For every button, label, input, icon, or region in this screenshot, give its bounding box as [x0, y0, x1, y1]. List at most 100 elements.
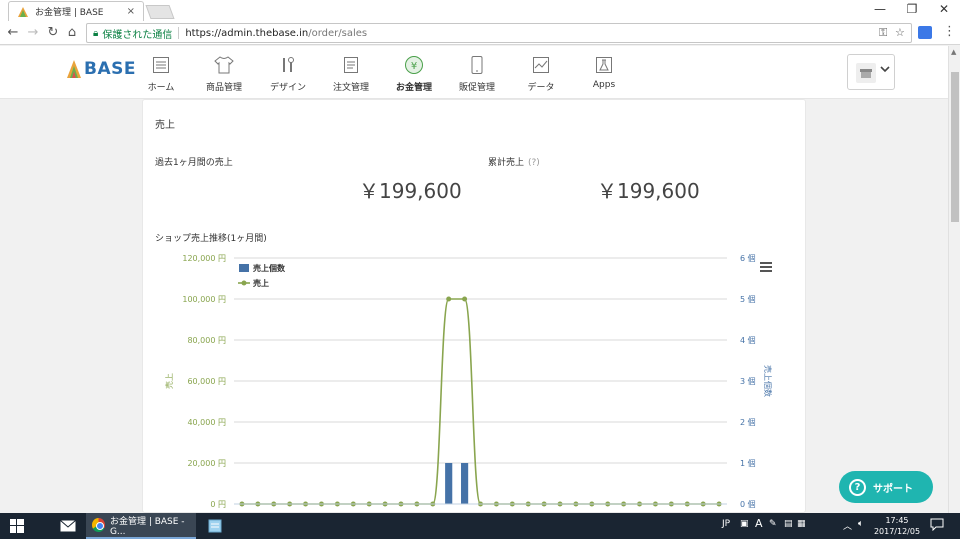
chart-bar: [461, 463, 469, 504]
taskbar-clock[interactable]: 17:45 2017/12/05: [872, 515, 922, 537]
home-icon[interactable]: ⌂: [63, 24, 81, 42]
total-sales-label: 累計売上: [488, 158, 525, 168]
nav-promotion[interactable]: 販促管理: [447, 54, 507, 93]
extension-chat-icon[interactable]: [918, 26, 932, 39]
chrome-icon: [92, 518, 105, 532]
nav-design[interactable]: デザイン: [258, 54, 318, 93]
total-sales-label-group: 累計売上 (?): [488, 155, 540, 168]
shop-icon: [856, 63, 876, 83]
tab-title: お金管理 | BASE: [35, 8, 104, 18]
sales-section-title: 売上: [155, 120, 175, 131]
reload-icon[interactable]: ↻: [44, 24, 62, 42]
notepad-app-icon[interactable]: [204, 513, 226, 539]
browser-tab-strip: お金管理 | BASE × — ❐ ✕: [0, 0, 960, 21]
scrollbar-thumb[interactable]: [951, 72, 959, 222]
back-arrow-icon[interactable]: ←: [4, 24, 22, 42]
window-restore-button[interactable]: ❐: [896, 0, 928, 21]
question-icon: ?: [849, 478, 866, 496]
y-axis-tick-label: 80,000 円: [187, 336, 226, 345]
url-host: https://admin.thebase.in: [185, 27, 309, 39]
y-axis-label: 売上: [164, 373, 174, 389]
windows-taskbar: お金管理 | BASE - G... JP ▣ A ✎ ▤ ▦ ︿ 🔈︎ 17:…: [0, 513, 960, 539]
nav-money-label: お金管理: [395, 83, 432, 93]
taskbar-chrome-window[interactable]: お金管理 | BASE - G...: [86, 513, 196, 539]
flask-icon: [574, 54, 634, 76]
ime-mode-indicator[interactable]: A: [755, 517, 763, 530]
legend-bar-label: 売上個数: [253, 263, 286, 273]
ime-dictionary-icon[interactable]: ▤: [784, 519, 793, 529]
support-label: サポート: [873, 483, 913, 495]
secure-connection-label: 保護された通信: [102, 29, 173, 41]
svg-text:¥: ¥: [411, 61, 417, 72]
logo-text: BASE: [84, 59, 136, 79]
tshirt-icon: [194, 54, 254, 76]
window-close-button[interactable]: ✕: [928, 0, 960, 21]
forward-arrow-icon[interactable]: →: [24, 24, 42, 42]
bookmark-star-icon[interactable]: ☆: [895, 26, 905, 39]
ime-language-indicator[interactable]: JP: [722, 519, 730, 529]
base-logo[interactable]: BASE: [66, 59, 136, 79]
ime-pad-icon[interactable]: ▣: [740, 519, 749, 529]
nav-apps-label: Apps: [592, 80, 616, 90]
shop-switcher-button[interactable]: [847, 54, 895, 90]
y-axis-tick-label: 40,000 円: [187, 418, 226, 427]
browser-menu-icon[interactable]: ⋮: [943, 24, 956, 39]
last-month-sales-label: 過去1ヶ月間の売上: [155, 158, 233, 168]
legend-line-label: 売上: [253, 278, 269, 288]
scroll-up-icon[interactable]: ▲: [951, 48, 956, 56]
y2-axis-tick-label: 4 個: [740, 335, 756, 345]
nav-apps[interactable]: Apps: [574, 54, 634, 90]
nav-orders-label: 注文管理: [332, 83, 369, 93]
site-header: BASE ホーム 商品管理 デザイン 注文管理 ¥ お金管理 販促管理 データ …: [0, 46, 948, 99]
ime-settings-icon[interactable]: ▦: [797, 519, 806, 529]
nav-orders[interactable]: 注文管理: [321, 54, 381, 93]
window-minimize-button[interactable]: —: [864, 0, 896, 21]
chart-bar: [445, 463, 453, 504]
windows-start-icon[interactable]: [10, 519, 24, 533]
chevron-down-icon: [880, 64, 890, 77]
legend-bar-swatch: [239, 264, 249, 272]
y-axis-tick-label: 120,000 円: [182, 254, 226, 263]
key-icon[interactable]: ⚿: [879, 26, 887, 40]
phone-icon: [447, 54, 507, 76]
clock-time: 17:45: [885, 516, 909, 525]
nav-promotion-label: 販促管理: [458, 83, 495, 93]
document-icon: [321, 54, 381, 76]
sales-line-series: [241, 298, 720, 505]
nav-home[interactable]: ホーム: [131, 54, 191, 93]
y2-axis-tick-label: 5 個: [740, 294, 756, 304]
list-icon: [131, 54, 191, 76]
browser-toolbar: ← → ↻ ⌂ 🔒︎ 保護された通信 https://admin.thebase…: [0, 21, 960, 45]
y-axis-tick-label: 20,000 円: [187, 459, 226, 468]
y2-axis-tick-label: 2 個: [740, 417, 756, 427]
ime-tool-icon[interactable]: ✎: [769, 519, 777, 529]
y2-axis-tick-label: 3 個: [740, 376, 756, 386]
new-tab-button[interactable]: [145, 5, 175, 19]
url-path: /order/sales: [308, 27, 368, 39]
base-logo-mark-icon: [67, 60, 81, 78]
support-button[interactable]: ? サポート: [839, 471, 933, 503]
browser-tab[interactable]: お金管理 | BASE ×: [8, 1, 144, 21]
chart-point: [462, 296, 468, 302]
nav-data-label: データ: [527, 83, 555, 93]
total-sales-value: ￥199,600: [597, 179, 700, 203]
yen-coin-icon: ¥: [384, 54, 444, 76]
volume-icon[interactable]: 🔈︎: [858, 519, 863, 529]
mail-app-icon[interactable]: [56, 513, 80, 539]
help-icon[interactable]: (?): [528, 158, 540, 168]
y-axis-tick-label: 100,000 円: [182, 295, 226, 304]
notification-center-icon[interactable]: [930, 518, 944, 534]
tray-chevron-up-icon[interactable]: ︿: [843, 519, 852, 532]
nav-data[interactable]: データ: [511, 54, 571, 93]
nav-money[interactable]: ¥ お金管理: [384, 54, 444, 93]
clock-date: 2017/12/05: [873, 527, 921, 536]
tab-close-icon[interactable]: ×: [127, 6, 135, 17]
nav-home-label: ホーム: [147, 83, 175, 93]
nav-design-label: デザイン: [269, 83, 306, 93]
tools-icon: [258, 54, 318, 76]
nav-products[interactable]: 商品管理: [194, 54, 254, 93]
page-scrollbar[interactable]: ▲: [948, 46, 960, 513]
chart-icon: [511, 54, 571, 76]
address-bar[interactable]: 🔒︎ 保護された通信 https://admin.thebase.in /ord…: [86, 23, 912, 43]
lock-icon: 🔒︎: [93, 27, 99, 39]
